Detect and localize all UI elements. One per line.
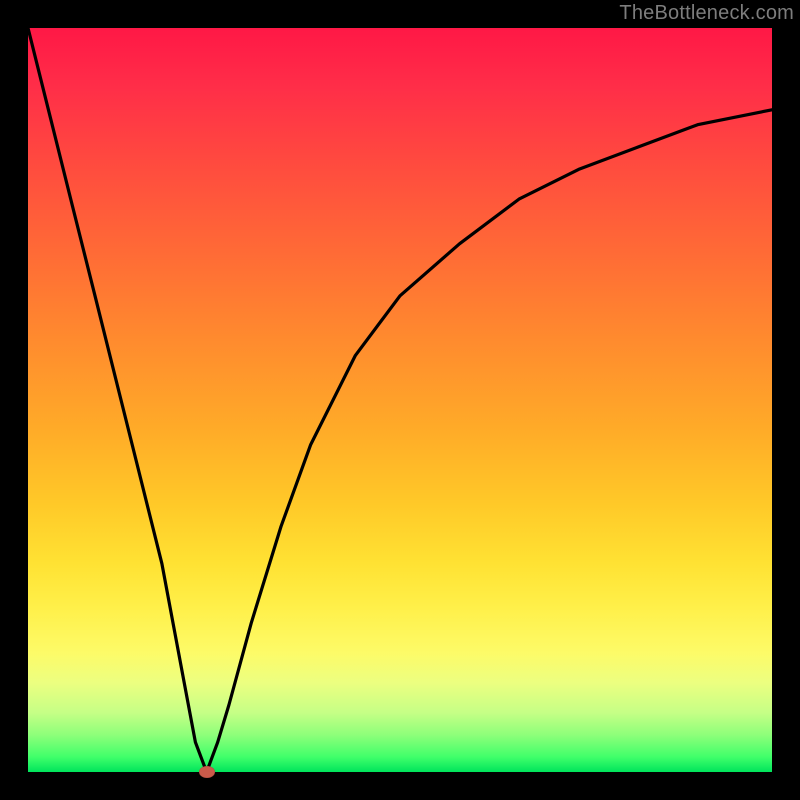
chart-frame: TheBottleneck.com bbox=[0, 0, 800, 800]
curve-path bbox=[28, 28, 772, 772]
plot-area bbox=[28, 28, 772, 772]
optimum-marker bbox=[199, 766, 215, 778]
bottleneck-curve bbox=[28, 28, 772, 772]
watermark-text: TheBottleneck.com bbox=[619, 2, 794, 25]
